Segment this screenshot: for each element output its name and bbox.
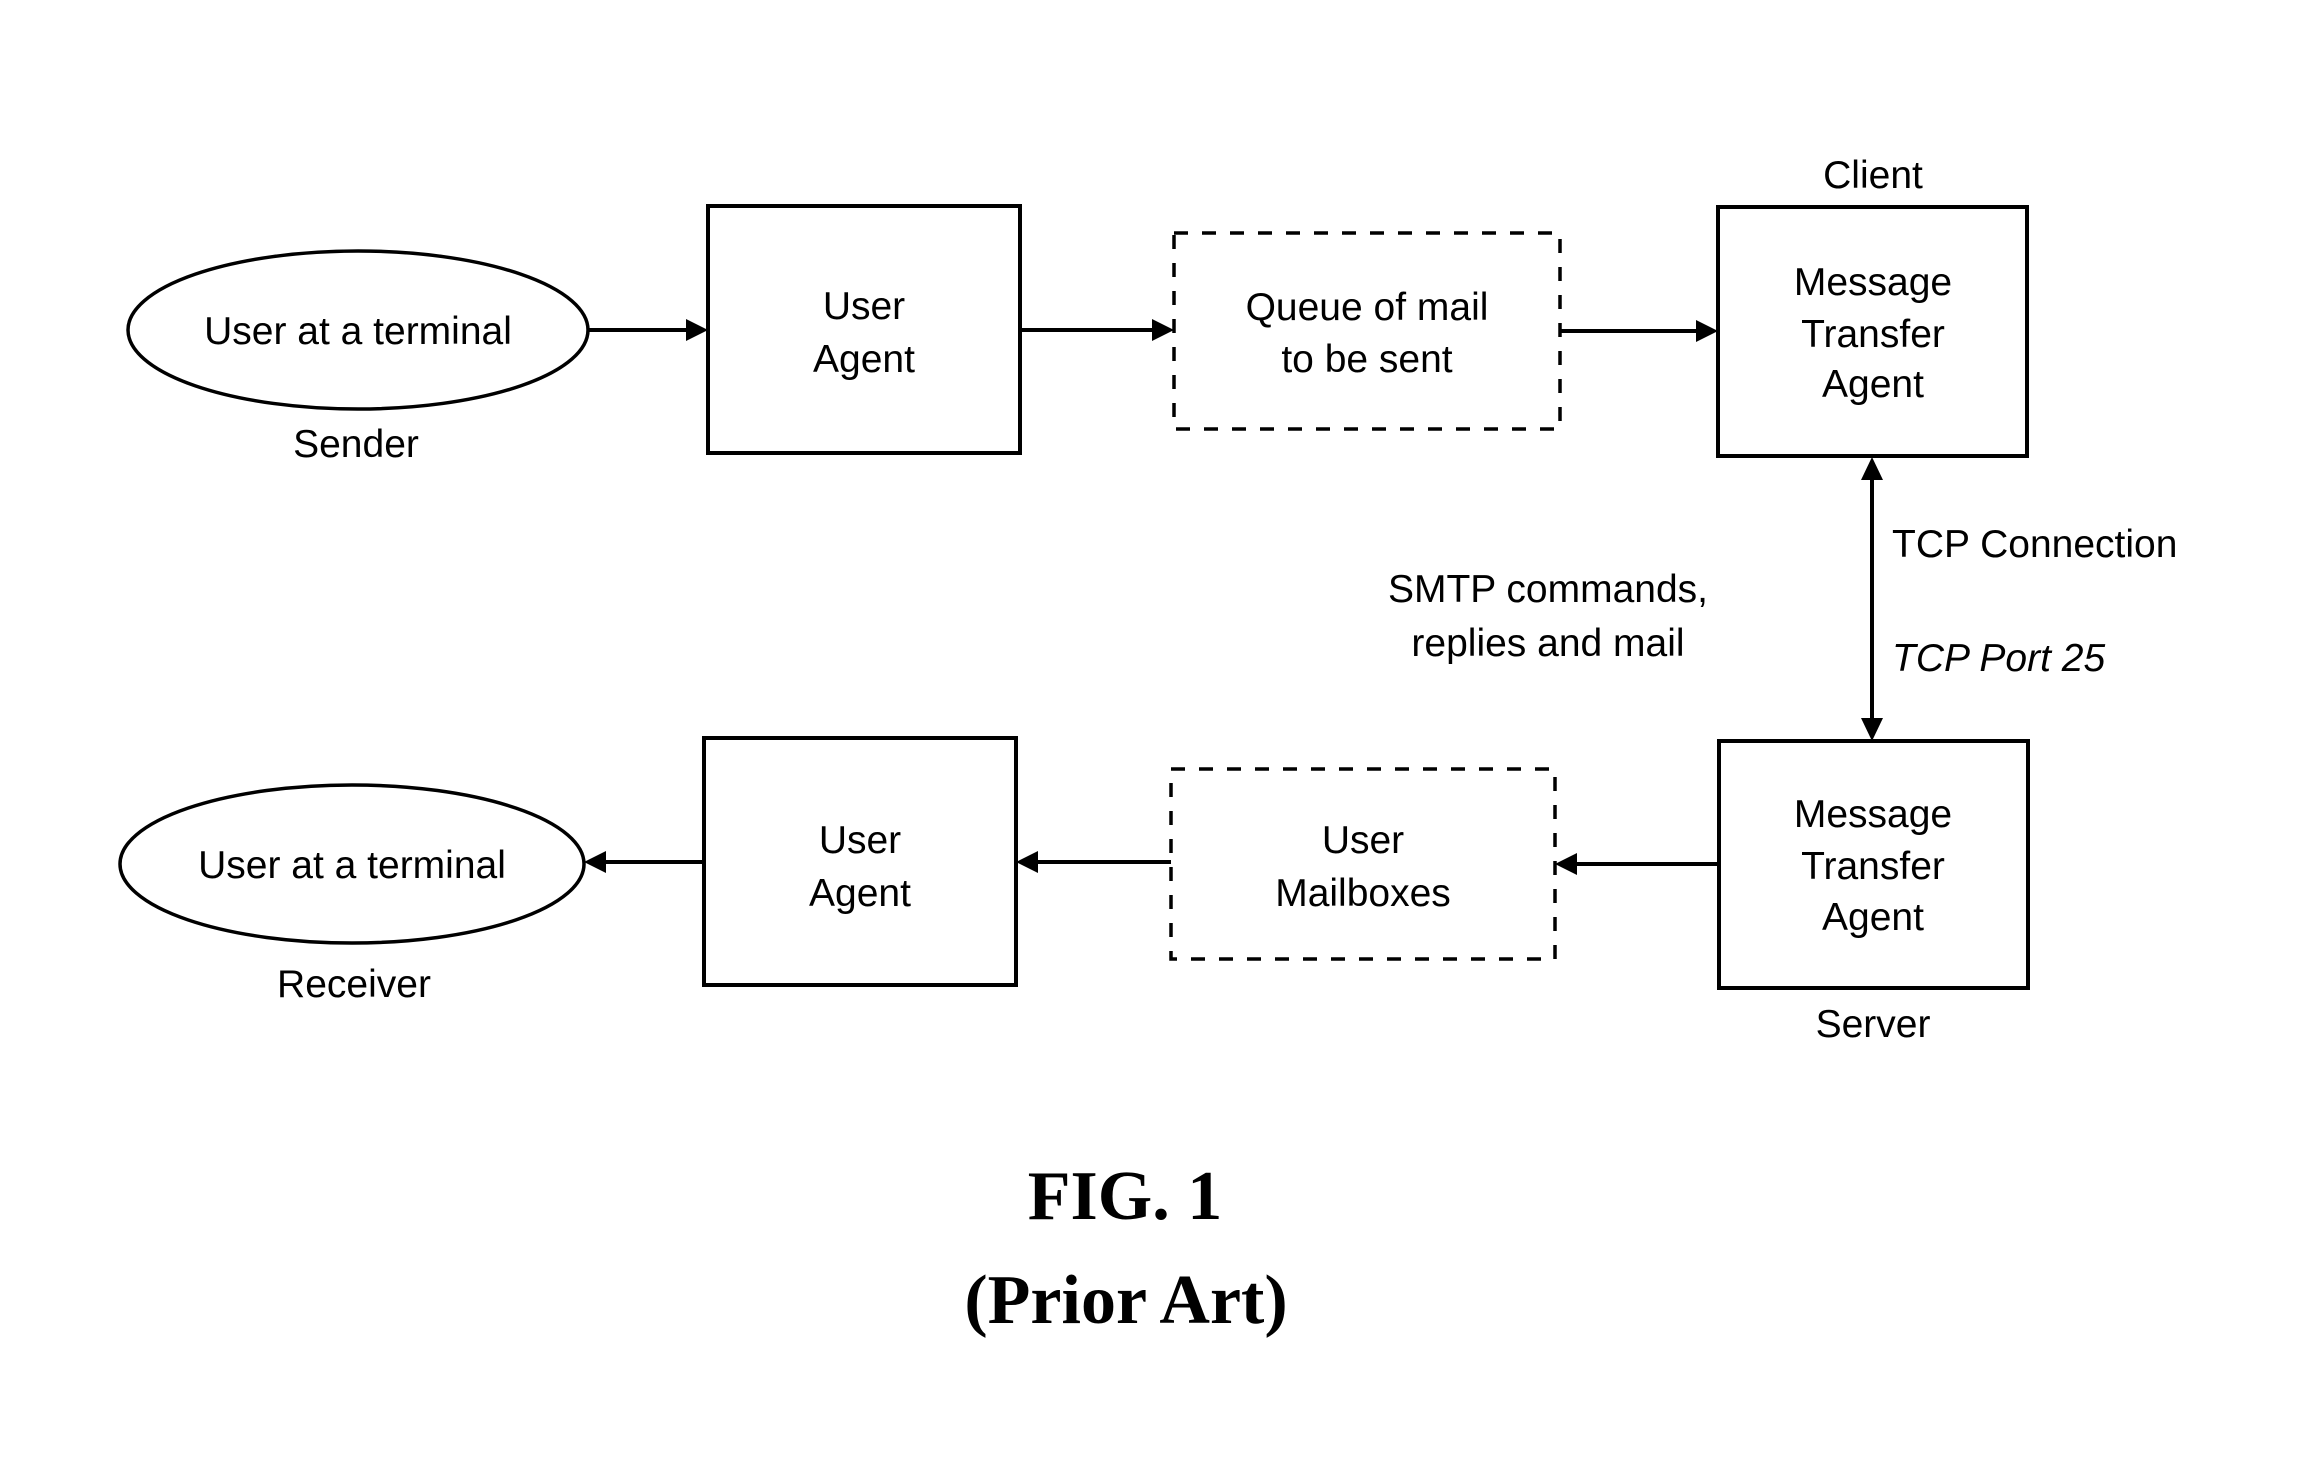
mail-queue-box: Queue of mail to be sent — [1172, 231, 1562, 431]
server-mta-box: Message Transfer Agent — [1717, 739, 2030, 990]
arrowhead-down-icon — [1861, 718, 1883, 741]
arrow-sender-to-user-agent — [588, 319, 708, 341]
figure-subcaption: (Prior Art) — [964, 1262, 1287, 1339]
arrowhead-icon — [1016, 851, 1038, 873]
client-role-label: Client — [1823, 154, 1923, 197]
arrowhead-icon — [1152, 319, 1174, 341]
arrowhead-icon — [686, 319, 708, 341]
sender-terminal-label: User at a terminal — [204, 310, 512, 353]
user-mailboxes-line-1: User — [1322, 819, 1404, 862]
receiver-role-label: Receiver — [277, 963, 431, 1006]
mail-queue-line-2: to be sent — [1281, 338, 1452, 381]
smtp-traffic-line-2: replies and mail — [1411, 622, 1684, 665]
arrowhead-icon — [1696, 320, 1718, 342]
arrow-queue-to-client-mta — [1560, 320, 1718, 342]
arrowhead-icon — [584, 851, 606, 873]
arrow-mailboxes-to-user-agent — [1016, 851, 1171, 873]
sender-user-agent-box: User Agent — [706, 204, 1022, 455]
sender-user-agent-line-1: User — [823, 285, 905, 328]
tcp-port-label: TCP Port 25 — [1892, 637, 2105, 680]
arrow-user-agent-to-receiver — [584, 851, 704, 873]
tcp-connection-label: TCP Connection — [1892, 523, 2177, 566]
receiver-user-agent-line-2: Agent — [809, 872, 911, 915]
arrow-user-agent-to-queue — [1020, 319, 1174, 341]
receiver-terminal-label: User at a terminal — [198, 844, 506, 887]
client-mta-box: Message Transfer Agent — [1716, 205, 2029, 458]
smtp-traffic-line-1: SMTP commands, — [1388, 568, 1708, 611]
server-mta-line-1: Message — [1794, 793, 1952, 836]
sender-terminal-node: User at a terminal — [126, 249, 590, 411]
arrowhead-icon — [1555, 853, 1577, 875]
figure-caption: FIG. 1 — [1028, 1158, 1222, 1235]
receiver-user-agent-box: User Agent — [702, 736, 1018, 987]
receiver-terminal-node: User at a terminal — [118, 783, 586, 945]
client-mta-line-3: Agent — [1822, 363, 1924, 406]
receiver-user-agent-line-1: User — [819, 819, 901, 862]
mail-queue-line-1: Queue of mail — [1246, 286, 1489, 329]
arrow-server-mta-to-mailboxes — [1555, 853, 1719, 875]
user-mailboxes-box: User Mailboxes — [1169, 767, 1557, 961]
client-mta-line-1: Message — [1794, 261, 1952, 304]
smtp-model-diagram: User at a terminal Sender User Agent Que… — [118, 154, 2177, 1339]
sender-role-label: Sender — [293, 423, 419, 466]
user-mailboxes-line-2: Mailboxes — [1275, 872, 1451, 915]
server-role-label: Server — [1816, 1003, 1931, 1046]
sender-user-agent-line-2: Agent — [813, 338, 915, 381]
arrowhead-up-icon — [1861, 457, 1883, 480]
server-mta-line-2: Transfer — [1801, 845, 1945, 888]
server-mta-line-3: Agent — [1822, 896, 1924, 939]
client-mta-line-2: Transfer — [1801, 313, 1945, 356]
tcp-connection-arrow — [1861, 457, 1883, 741]
